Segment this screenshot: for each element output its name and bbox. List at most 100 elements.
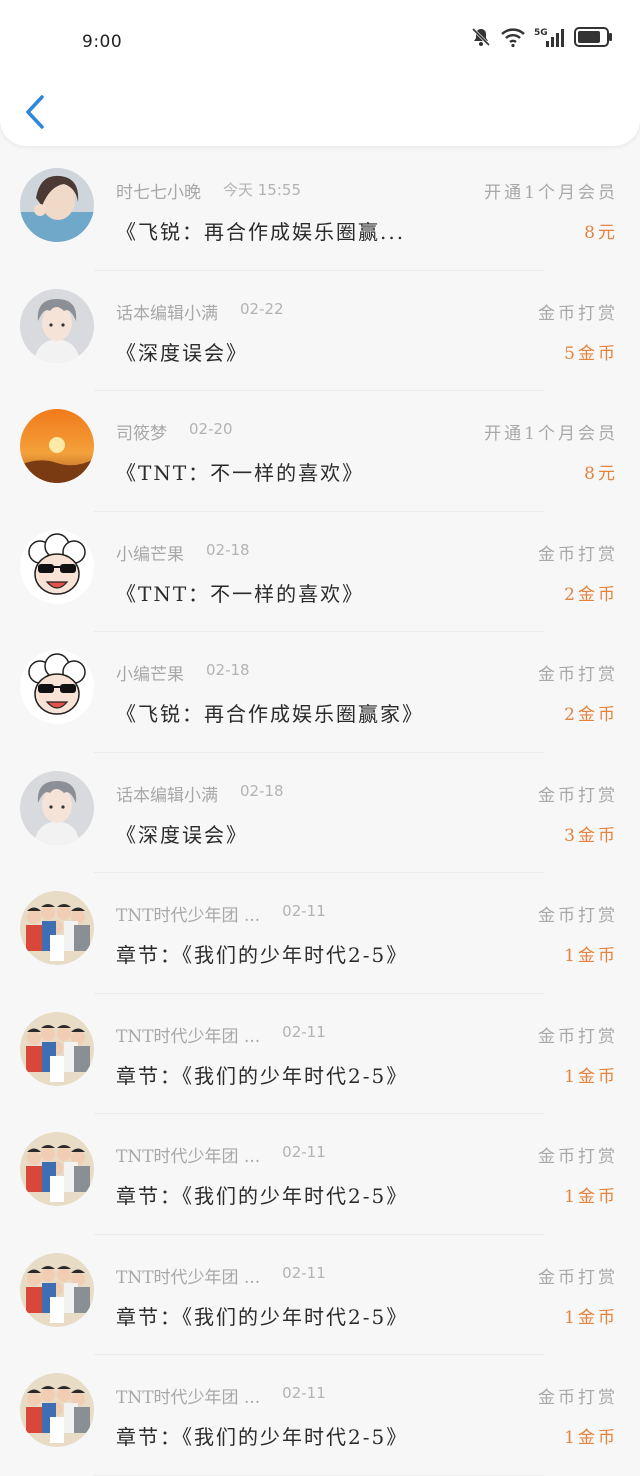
avatar[interactable] (20, 529, 94, 604)
list-item[interactable]: TNT时代少年团 ... 02-11 章节：《我们的少年时代2-5》 金币打赏 … (0, 1235, 640, 1355)
signal-5g-icon: 5G (534, 28, 564, 47)
user-name[interactable]: 小编芒果 (116, 540, 184, 565)
top-bar: 9:00 5G (0, 0, 640, 146)
avatar[interactable] (20, 1011, 94, 1086)
item-date: 02-20 (189, 420, 233, 438)
reward-label: 金币打赏 (538, 906, 618, 926)
item-date: 02-18 (206, 540, 250, 559)
status-time: 9:00 (82, 32, 123, 52)
item-date: 今天 15:55 (223, 181, 301, 199)
name-line: 话本编辑小满 02-22 (116, 299, 284, 324)
reward-amount: 3金币 (564, 825, 618, 846)
avatar[interactable] (20, 1132, 94, 1206)
book-title: 章节：《我们的少年时代2-5》 (116, 1184, 409, 1208)
avatar[interactable] (20, 409, 94, 483)
reward-amount: 2金币 (564, 584, 618, 605)
avatar[interactable] (20, 1252, 94, 1327)
name-line: 小编芒果 02-18 (116, 660, 250, 685)
user-name[interactable]: 话本编辑小满 (116, 299, 218, 324)
user-name[interactable]: 时七七小晚 (116, 178, 201, 203)
mute-bell-icon (471, 27, 491, 47)
reward-label: 金币打赏 (538, 1147, 618, 1167)
user-name[interactable]: 司筱梦 (116, 419, 167, 444)
reward-label: 金币打赏 (538, 1026, 618, 1047)
chevron-left-icon (26, 95, 44, 129)
reward-label: 金币打赏 (538, 1267, 618, 1288)
list-item[interactable]: 话本编辑小满 02-22 《深度误会》 金币打赏 5金币 (0, 271, 640, 391)
avatar[interactable] (20, 288, 94, 363)
avatar[interactable] (20, 650, 94, 724)
user-name[interactable]: TNT时代少年团 ... (116, 1142, 260, 1167)
avatar[interactable] (20, 168, 94, 242)
status-icons: 5G (470, 26, 614, 48)
item-date: 02-11 (282, 1143, 326, 1161)
book-title: 章节：《我们的少年时代2-5》 (116, 1063, 409, 1088)
item-date: 02-22 (240, 299, 284, 318)
user-name[interactable]: TNT时代少年团 ... (116, 1263, 260, 1288)
name-line: 司筱梦 02-20 (116, 419, 233, 444)
reward-label: 金币打赏 (538, 544, 618, 565)
reward-label: 金币打赏 (538, 665, 618, 685)
list-item[interactable]: 时七七小晚 今天 15:55 《飞锐：再合作成娱乐圈赢... 开通1个月会员 8… (0, 150, 640, 271)
list-item[interactable]: TNT时代少年团 ... 02-11 章节：《我们的少年时代2-5》 金币打赏 … (0, 1114, 640, 1235)
item-date: 02-11 (282, 1022, 326, 1041)
user-name[interactable]: TNT时代少年团 ... (116, 1383, 260, 1408)
reward-amount: 1金币 (564, 1428, 618, 1448)
reward-amount: 1金币 (564, 946, 618, 966)
back-button[interactable] (20, 92, 56, 132)
item-date: 02-11 (282, 1384, 326, 1402)
name-line: TNT时代少年团 ... 02-11 (116, 1263, 326, 1288)
book-title: 《飞锐：再合作成娱乐圈赢家》 (116, 702, 424, 726)
book-title: 《深度误会》 (116, 822, 248, 847)
user-name[interactable]: TNT时代少年团 ... (116, 1022, 260, 1047)
reward-amount: 5金币 (564, 343, 618, 364)
reward-label: 开通1个月会员 (484, 183, 618, 203)
list-item[interactable]: 小编芒果 02-18 《TNT：不一样的喜欢》 金币打赏 2金币 (0, 512, 640, 632)
wifi-icon (501, 28, 525, 48)
list-item[interactable]: TNT时代少年团 ... 02-11 章节：《我们的少年时代2-5》 金币打赏 … (0, 1355, 640, 1476)
reward-amount: 8元 (584, 223, 618, 243)
avatar[interactable] (20, 1373, 94, 1447)
reward-label: 开通1个月会员 (484, 424, 618, 444)
book-title: 《深度误会》 (116, 340, 248, 365)
list-item[interactable]: 话本编辑小满 02-18 《深度误会》 金币打赏 3金币 (0, 753, 640, 873)
reward-list: 时七七小晚 今天 15:55 《飞锐：再合作成娱乐圈赢... 开通1个月会员 8… (0, 150, 640, 1476)
name-line: TNT时代少年团 ... 02-11 (116, 1142, 326, 1167)
book-title: 《飞锐：再合作成娱乐圈赢... (116, 220, 406, 244)
book-title: 《TNT：不一样的喜欢》 (116, 461, 365, 485)
reward-amount: 1金币 (564, 1307, 618, 1328)
book-title: 章节：《我们的少年时代2-5》 (116, 1425, 409, 1449)
list-item[interactable]: 小编芒果 02-18 《飞锐：再合作成娱乐圈赢家》 金币打赏 2金币 (0, 632, 640, 753)
reward-amount: 8元 (584, 464, 618, 484)
name-line: 小编芒果 02-18 (116, 540, 250, 565)
reward-label: 金币打赏 (538, 1388, 618, 1408)
avatar[interactable] (20, 770, 94, 845)
user-name[interactable]: 话本编辑小满 (116, 781, 218, 806)
name-line: 话本编辑小满 02-18 (116, 781, 284, 806)
item-date: 02-11 (282, 1263, 326, 1282)
book-title: 章节：《我们的少年时代2-5》 (116, 1304, 409, 1329)
name-line: TNT时代少年团 ... 02-11 (116, 1022, 326, 1047)
name-line: TNT时代少年团 ... 02-11 (116, 901, 326, 926)
book-title: 章节：《我们的少年时代2-5》 (116, 943, 409, 967)
avatar[interactable] (20, 891, 94, 965)
reward-label: 金币打赏 (538, 785, 618, 806)
name-line: 时七七小晚 今天 15:55 (116, 178, 301, 203)
battery-icon (574, 27, 612, 47)
list-item[interactable]: 司筱梦 02-20 《TNT：不一样的喜欢》 开通1个月会员 8元 (0, 391, 640, 512)
reward-label: 金币打赏 (538, 303, 618, 324)
user-name[interactable]: TNT时代少年团 ... (116, 901, 260, 926)
divider (94, 1474, 544, 1476)
user-name[interactable]: 小编芒果 (116, 660, 184, 685)
name-line: TNT时代少年团 ... 02-11 (116, 1383, 326, 1408)
reward-amount: 1金币 (564, 1187, 618, 1207)
item-date: 02-18 (206, 661, 250, 679)
network-label: 5G (534, 28, 548, 38)
reward-amount: 1金币 (564, 1066, 618, 1087)
book-title: 《TNT：不一样的喜欢》 (116, 581, 365, 606)
item-date: 02-11 (282, 902, 326, 920)
list-item[interactable]: TNT时代少年团 ... 02-11 章节：《我们的少年时代2-5》 金币打赏 … (0, 873, 640, 994)
reward-amount: 2金币 (564, 705, 618, 725)
list-item[interactable]: TNT时代少年团 ... 02-11 章节：《我们的少年时代2-5》 金币打赏 … (0, 994, 640, 1114)
item-date: 02-18 (240, 781, 284, 800)
